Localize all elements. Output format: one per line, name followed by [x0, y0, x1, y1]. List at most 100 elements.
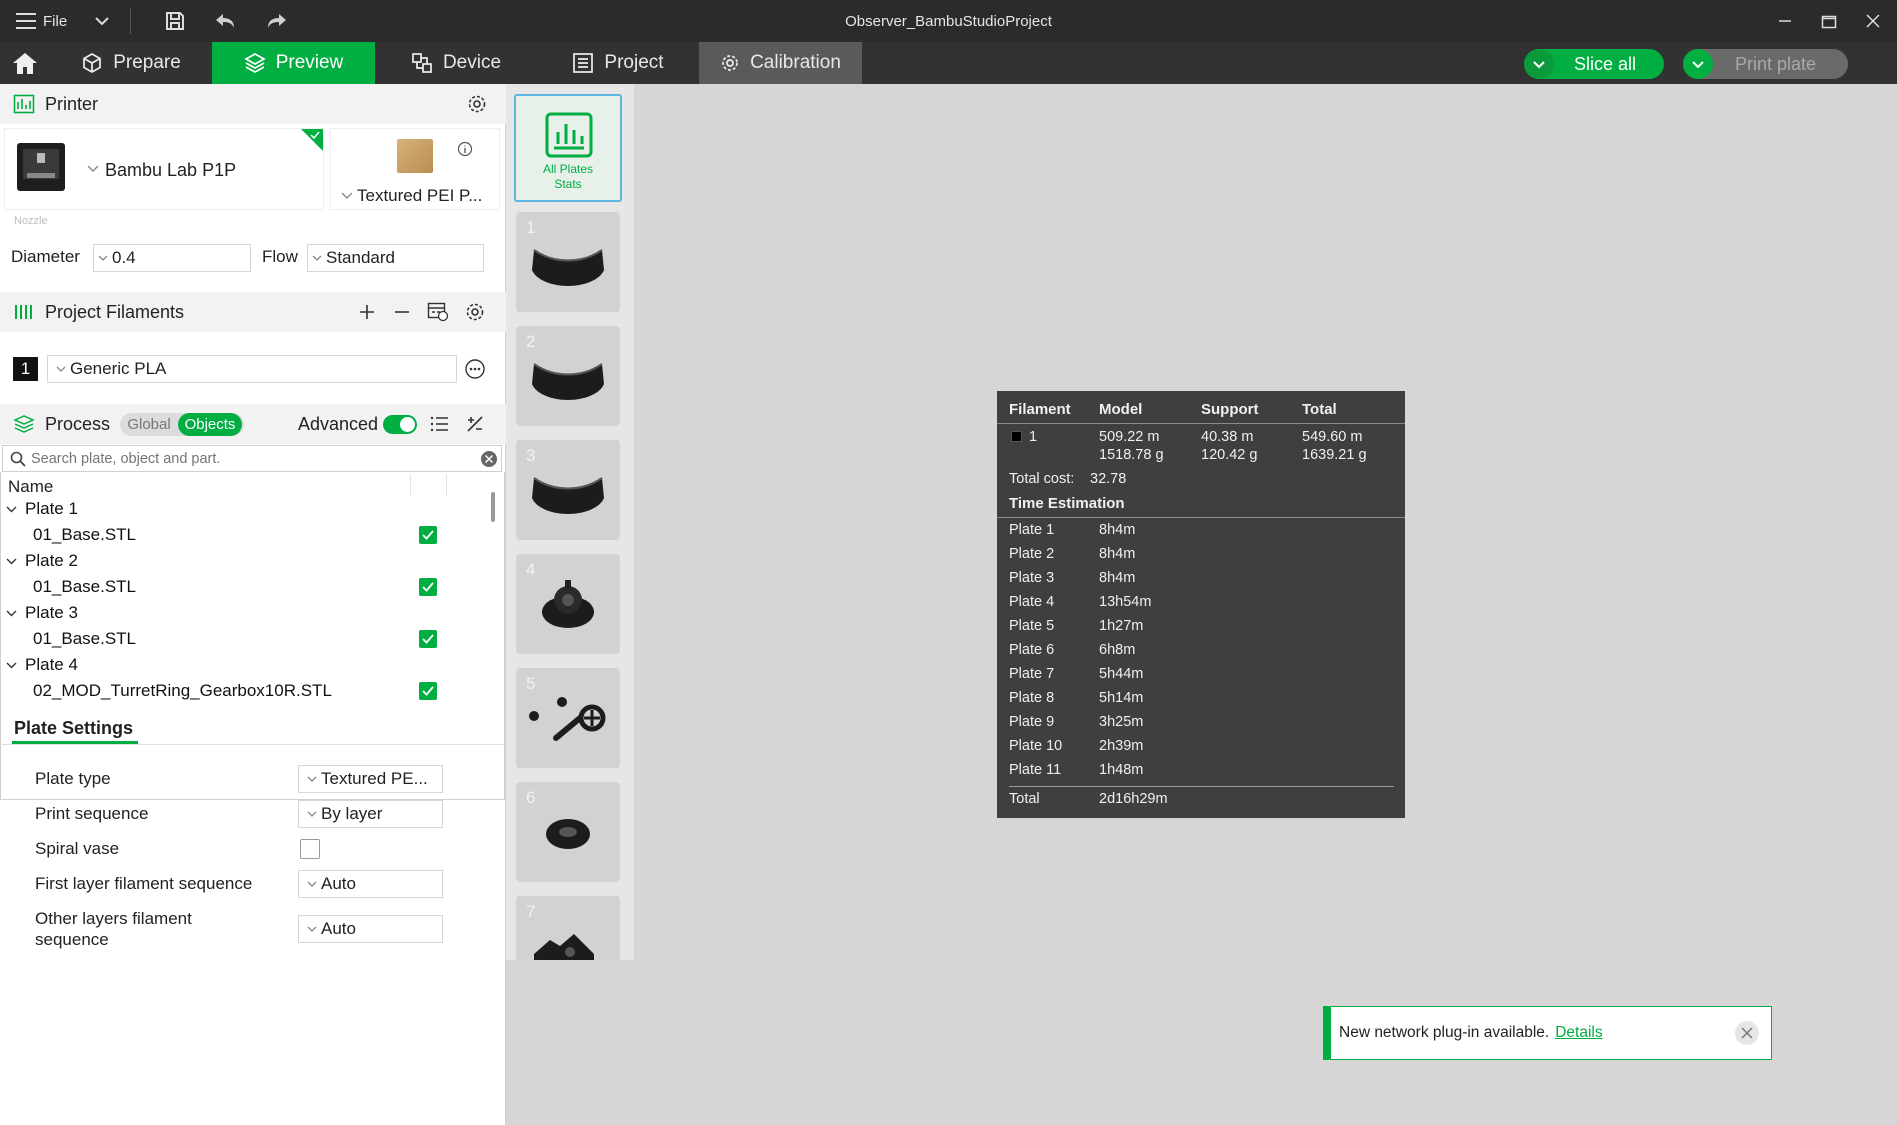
diameter-select[interactable]: 0.4	[93, 244, 251, 272]
plate-type-card[interactable]: Textured PEI P...	[330, 128, 500, 210]
filament-settings-button[interactable]	[460, 292, 490, 332]
plate-thumbnail-7[interactable]: 7	[516, 896, 620, 960]
object-checkbox[interactable]	[419, 682, 437, 700]
slice-all-button[interactable]: Slice all	[1524, 49, 1664, 79]
list-scrollbar[interactable]	[491, 492, 495, 522]
file-menu[interactable]: File	[43, 13, 67, 30]
filament-select[interactable]: Generic PLA	[47, 355, 457, 383]
plate-settings-tab[interactable]: Plate Settings	[14, 718, 133, 739]
object-row[interactable]: 01_Base.STL	[0, 522, 490, 548]
clear-search-icon[interactable]	[480, 450, 498, 468]
object-row[interactable]: 02_MOD_TurretRing_Gearbox10R.STL	[0, 678, 490, 704]
hamburger-menu-button[interactable]	[14, 0, 38, 42]
time-plate-value: 1h48m	[1099, 762, 1144, 778]
save-button[interactable]	[162, 0, 188, 42]
checkmark-icon	[422, 686, 434, 696]
printer-icon	[13, 94, 35, 114]
notification-details-link[interactable]: Details	[1555, 1024, 1602, 1042]
plate-row[interactable]: Plate 4	[0, 652, 490, 678]
process-icon	[13, 414, 35, 434]
sync-filament-button[interactable]	[423, 292, 453, 332]
tab-project[interactable]: Project	[537, 42, 699, 84]
file-menu-dropdown[interactable]	[92, 0, 112, 42]
chevron-down-icon[interactable]	[6, 662, 17, 669]
tab-prepare[interactable]: Prepare	[50, 42, 212, 84]
filament-index-badge[interactable]: 1	[13, 357, 38, 381]
flow-select[interactable]: Standard	[307, 244, 484, 272]
search-input[interactable]	[31, 448, 471, 469]
all-plates-stats-button[interactable]: All Plates Stats	[514, 94, 622, 202]
other-layers-sequence-select[interactable]: Auto	[298, 915, 443, 943]
process-compare-button[interactable]	[460, 404, 490, 444]
filament-more-button[interactable]	[464, 358, 486, 380]
home-button[interactable]	[0, 42, 50, 84]
tab-project-label: Project	[604, 52, 664, 73]
object-row-label: 01_Base.STL	[33, 629, 137, 648]
plate-type-select[interactable]: Textured PE...	[298, 765, 443, 793]
process-list-button[interactable]	[425, 404, 455, 444]
print-plate-button[interactable]: Print plate	[1683, 49, 1848, 79]
plate-number: 6	[526, 788, 536, 807]
redo-button[interactable]	[264, 0, 290, 42]
hamburger-icon	[16, 13, 36, 29]
plate-row[interactable]: Plate 3	[0, 600, 490, 626]
advanced-toggle[interactable]	[383, 415, 417, 434]
object-checkbox[interactable]	[419, 630, 437, 648]
info-icon[interactable]	[457, 141, 473, 157]
chevron-down-icon[interactable]	[6, 610, 17, 617]
plate-number: 7	[526, 902, 536, 921]
plate-thumbnail-5[interactable]: 5	[516, 668, 620, 768]
filaments-section-header: Project Filaments	[0, 292, 506, 332]
notification-close-button[interactable]	[1735, 1021, 1759, 1045]
time-plate-label: Plate 9	[1009, 714, 1055, 730]
plate-thumbnail-3[interactable]: 3	[516, 440, 620, 540]
plate-thumbnail-6[interactable]: 6	[516, 782, 620, 882]
print-options-dropdown[interactable]	[1683, 49, 1713, 79]
minimize-icon	[1779, 20, 1791, 22]
printer-settings-button[interactable]	[462, 84, 492, 124]
maximize-button[interactable]	[1807, 0, 1851, 42]
object-list: Name Plate 1 01_Base.STL Plate 2 01_Base…	[0, 474, 504, 800]
checkmark-icon	[422, 634, 434, 644]
object-search-box[interactable]	[2, 445, 502, 472]
filament-name: Generic PLA	[70, 359, 167, 378]
global-objects-toggle[interactable]: Global Objects	[120, 413, 244, 436]
total-weight: 1639.21 g	[1302, 447, 1367, 463]
remove-filament-button[interactable]	[387, 292, 417, 332]
plate-row[interactable]: Plate 2	[0, 548, 490, 574]
plate-number: 3	[526, 446, 536, 465]
object-row[interactable]: 01_Base.STL	[0, 626, 490, 652]
gear-icon	[468, 95, 486, 113]
other-layers-sequence-value: Auto	[321, 919, 356, 938]
print-sequence-select[interactable]: By layer	[298, 800, 443, 828]
plate-thumbnail-4[interactable]: 4	[516, 554, 620, 654]
objects-option[interactable]: Objects	[178, 413, 242, 436]
object-checkbox[interactable]	[419, 578, 437, 596]
global-option[interactable]: Global	[120, 416, 178, 433]
slice-options-dropdown[interactable]	[1524, 49, 1554, 79]
printer-card[interactable]: Bambu Lab P1P	[4, 128, 324, 210]
first-layer-sequence-select[interactable]: Auto	[298, 870, 443, 898]
gear-part-preview	[542, 580, 594, 628]
print-sequence-value: By layer	[321, 804, 383, 823]
time-plate-label: Plate 4	[1009, 594, 1055, 610]
chevron-down-icon	[303, 811, 321, 818]
tab-preview[interactable]: Preview	[212, 42, 375, 84]
object-row[interactable]: 01_Base.STL	[0, 574, 490, 600]
list-icon	[430, 416, 448, 432]
add-filament-button[interactable]	[352, 292, 382, 332]
plate-thumbnail-2[interactable]: 2	[516, 326, 620, 426]
spiral-vase-checkbox[interactable]	[300, 839, 320, 859]
undo-icon	[216, 14, 234, 28]
minimize-button[interactable]	[1763, 0, 1807, 42]
object-checkbox[interactable]	[419, 526, 437, 544]
plate-row[interactable]: Plate 1	[0, 496, 490, 522]
chevron-down-icon[interactable]	[6, 506, 17, 513]
tab-device[interactable]: Device	[375, 42, 537, 84]
chevron-down-icon[interactable]	[6, 558, 17, 565]
undo-button[interactable]	[212, 0, 238, 42]
advanced-label: Advanced	[298, 414, 379, 434]
plate-thumbnail-1[interactable]: 1	[516, 212, 620, 312]
tab-calibration[interactable]: Calibration	[699, 42, 862, 84]
close-window-button[interactable]	[1851, 0, 1895, 42]
